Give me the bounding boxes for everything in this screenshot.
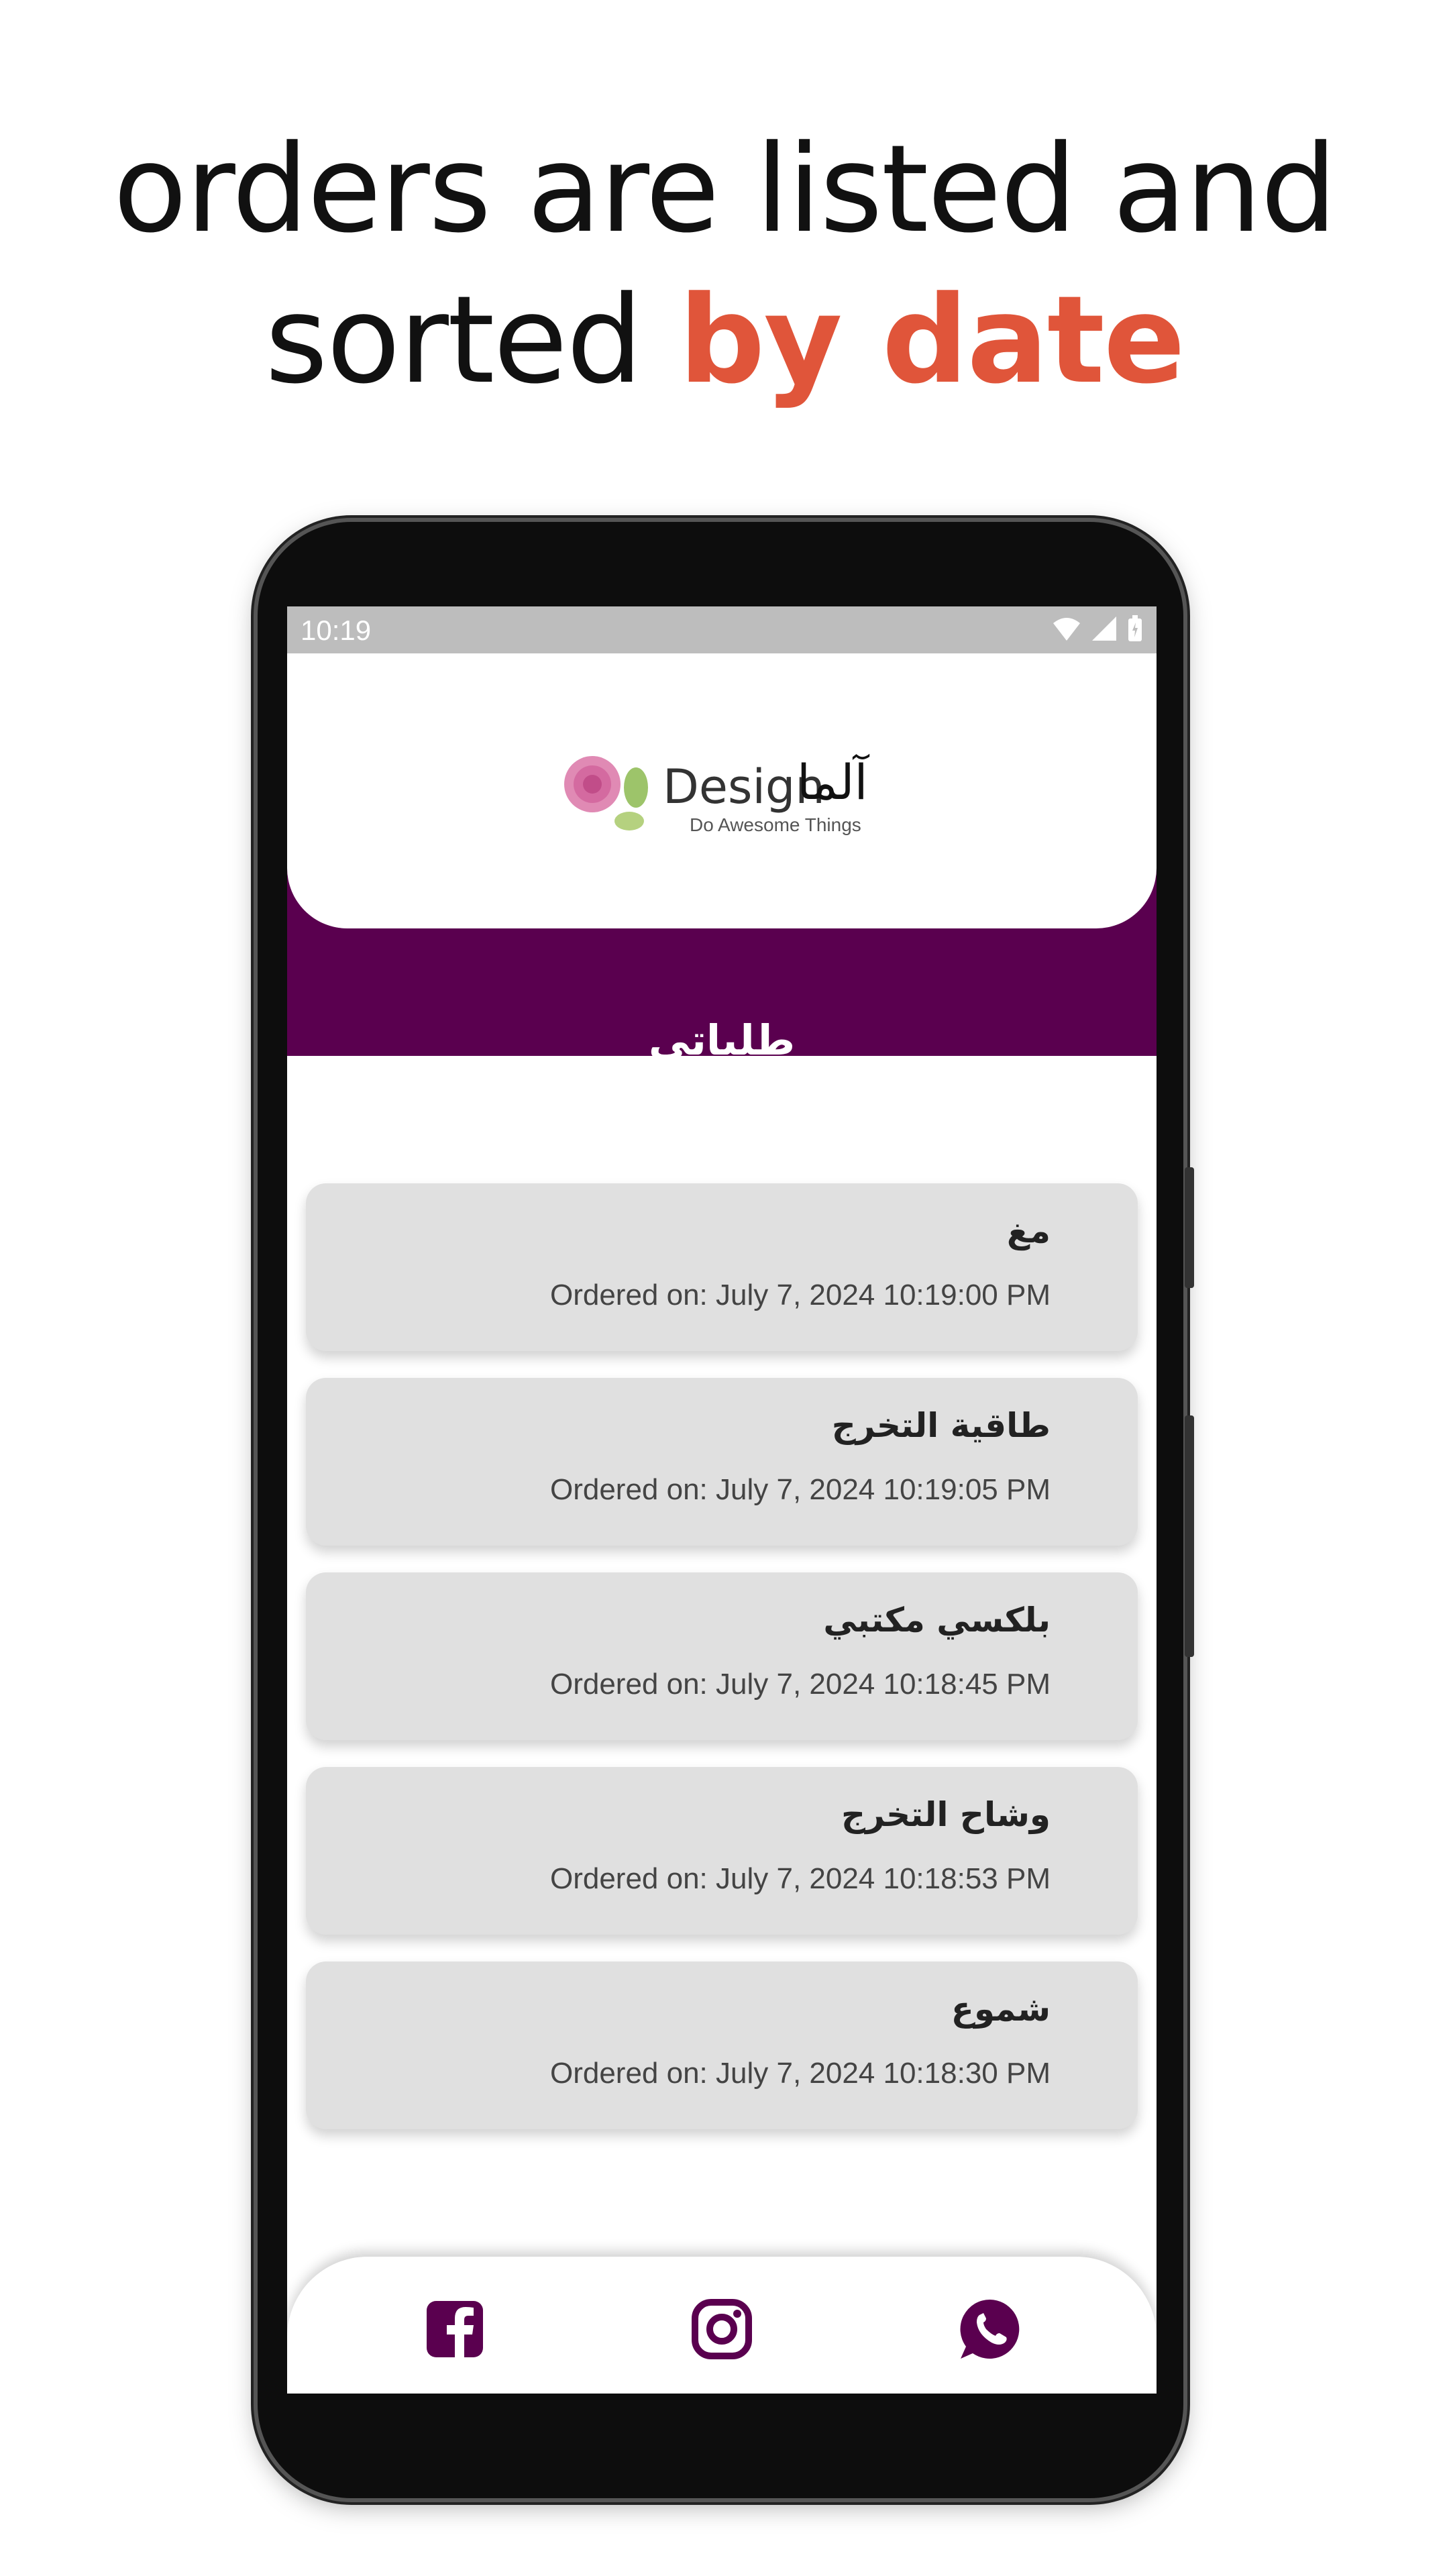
orders-list: مغ Ordered on: July 7, 2024 10:19:00 PM …	[306, 1183, 1138, 2156]
headline-accent: by date	[678, 270, 1185, 411]
order-date: Ordered on: July 7, 2024 10:19:00 PM	[549, 1279, 1051, 1311]
order-date: Ordered on: July 7, 2024 10:18:30 PM	[549, 2057, 1051, 2090]
order-card[interactable]: شموع Ordered on: July 7, 2024 10:18:30 P…	[306, 1962, 1138, 2129]
promo-headline: orders are listed and sorted by date	[0, 114, 1449, 416]
order-card[interactable]: وشاح التخرج Ordered on: July 7, 2024 10:…	[306, 1767, 1138, 1935]
phone-side-button	[1185, 1167, 1194, 1288]
brand-logo: Design آلما Do Awesome Things	[555, 734, 904, 841]
headline-plain: sorted	[265, 270, 679, 411]
order-card[interactable]: مغ Ordered on: July 7, 2024 10:19:00 PM	[306, 1183, 1138, 1351]
order-name: مغ	[1006, 1212, 1051, 1250]
logo-tagline: Do Awesome Things	[690, 814, 861, 835]
facebook-icon[interactable]	[423, 2297, 487, 2361]
headline-line-2: sorted by date	[0, 265, 1449, 416]
order-date: Ordered on: July 7, 2024 10:18:53 PM	[549, 1862, 1051, 1895]
order-date: Ordered on: July 7, 2024 10:19:05 PM	[549, 1473, 1051, 1506]
bottom-nav	[287, 2257, 1157, 2394]
phone-side-button	[1185, 1415, 1194, 1657]
whatsapp-icon[interactable]	[958, 2297, 1022, 2361]
app-screen: 10:19 Design آلما Do Awesome Things طلبا…	[287, 606, 1157, 2394]
status-time: 10:19	[301, 614, 372, 646]
order-name: بلكسي مكتبي	[823, 1601, 1051, 1640]
logo-text-arabic: آلما	[797, 754, 868, 810]
status-icons	[1052, 614, 1143, 643]
order-name: شموع	[951, 1990, 1051, 2029]
status-bar: 10:19	[287, 606, 1157, 653]
signal-icon	[1092, 616, 1116, 641]
order-card[interactable]: طاقية التخرج Ordered on: July 7, 2024 10…	[306, 1378, 1138, 1546]
order-name: طاقية التخرج	[831, 1406, 1051, 1445]
wifi-icon	[1053, 618, 1080, 641]
logo-area: Design آلما Do Awesome Things	[287, 653, 1157, 928]
headline-line-1: orders are listed and	[113, 119, 1338, 260]
order-date: Ordered on: July 7, 2024 10:18:45 PM	[549, 1668, 1051, 1701]
battery-icon	[1128, 615, 1142, 641]
instagram-icon[interactable]	[690, 2297, 754, 2361]
rose-icon	[564, 756, 648, 830]
page-title: طلباتي	[648, 1016, 796, 1065]
order-name: وشاح التخرج	[841, 1795, 1051, 1834]
order-card[interactable]: بلكسي مكتبي Ordered on: July 7, 2024 10:…	[306, 1572, 1138, 1740]
